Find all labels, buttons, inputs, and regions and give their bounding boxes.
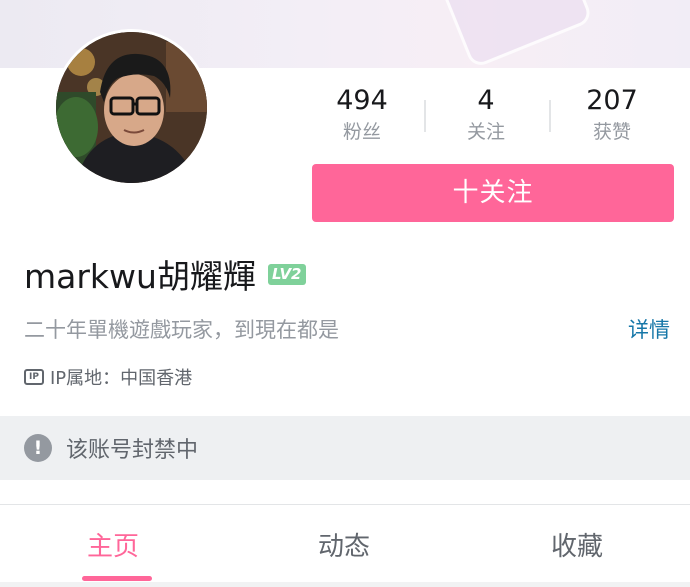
likes-label: 获赞 bbox=[592, 121, 631, 143]
ban-notice-text: 该账号封禁中 bbox=[66, 438, 199, 463]
tab-dynamics[interactable]: 动态 bbox=[318, 526, 370, 563]
ip-location-row: IP IP属地：中国香港 bbox=[24, 364, 192, 390]
tab-home[interactable]: 主页 bbox=[87, 526, 139, 563]
ip-badge-icon: IP bbox=[24, 369, 44, 385]
active-tab-indicator bbox=[82, 576, 152, 581]
avatar[interactable] bbox=[53, 29, 210, 186]
detail-link[interactable]: 详情 bbox=[628, 314, 670, 344]
followers-label: 粉丝 bbox=[342, 121, 381, 143]
ban-notice: ! 该账号封禁中 bbox=[0, 416, 690, 480]
stat-following[interactable]: 4 关注 bbox=[424, 84, 548, 146]
profile-stats: 494 粉丝 4 关注 207 获赞 bbox=[300, 84, 674, 150]
name-row: markwu胡耀輝 LV2 bbox=[24, 252, 306, 296]
following-label: 关注 bbox=[466, 121, 505, 143]
likes-count: 207 bbox=[586, 85, 638, 116]
followers-count: 494 bbox=[336, 85, 388, 116]
exclamation-circle-icon: ! bbox=[24, 434, 52, 462]
tabs-divider bbox=[0, 504, 690, 505]
bottom-divider bbox=[0, 582, 690, 587]
stat-followers[interactable]: 494 粉丝 bbox=[300, 84, 424, 146]
user-signature: 二十年單機遊戲玩家，到現在都是 bbox=[24, 318, 339, 342]
following-count: 4 bbox=[477, 85, 495, 116]
banner-decoration bbox=[440, 0, 594, 68]
stat-likes[interactable]: 207 获赞 bbox=[550, 84, 674, 146]
tab-favorites[interactable]: 收藏 bbox=[551, 526, 603, 563]
avatar-image bbox=[56, 32, 207, 183]
level-badge: LV2 bbox=[267, 263, 306, 285]
username: markwu胡耀輝 bbox=[24, 257, 256, 296]
ip-location: IP属地：中国香港 bbox=[50, 368, 193, 389]
follow-button[interactable]: 十关注 bbox=[312, 164, 674, 222]
